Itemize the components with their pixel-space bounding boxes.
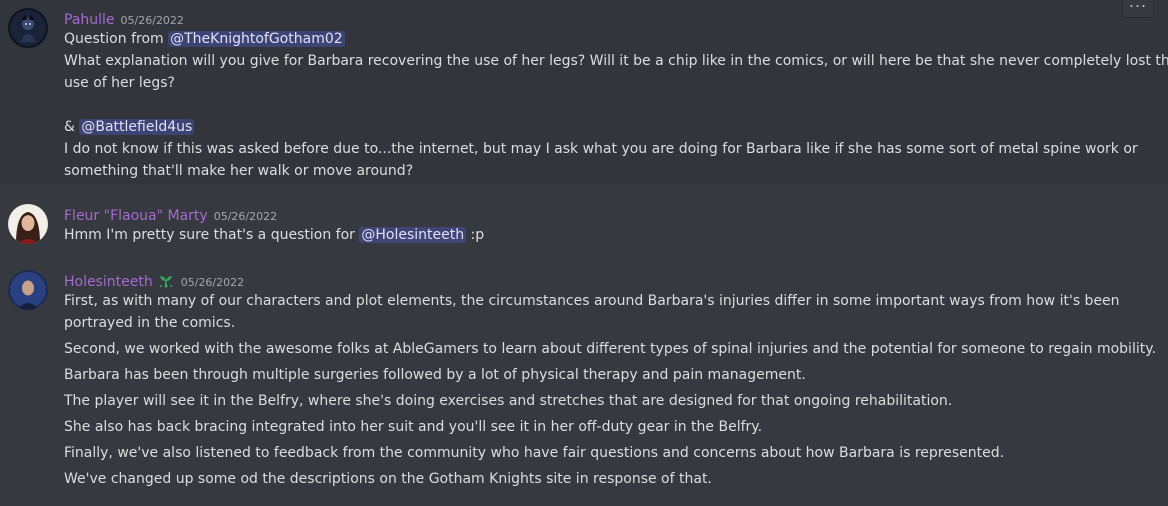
timestamp: 05/26/2022	[180, 276, 245, 289]
message-line: Finally, we've also listened to feedback…	[64, 445, 1005, 461]
username[interactable]: Pahulle	[64, 12, 115, 28]
message-line: Question from @TheKnightofGotham02	[64, 28, 345, 50]
username[interactable]: Fleur "Flaoua" Marty	[64, 208, 208, 224]
message-line: Second, we worked with the awesome folks…	[64, 341, 1156, 357]
message-text: :p	[466, 227, 485, 243]
avatar[interactable]	[8, 8, 48, 48]
avatar[interactable]	[8, 270, 48, 310]
message-line: We've changed up some od the description…	[64, 471, 712, 487]
message-line: She also has back bracing integrated int…	[64, 419, 763, 435]
more-options-button[interactable]: ...	[1122, 0, 1154, 18]
timestamp: 05/26/2022	[120, 14, 184, 27]
mention[interactable]: @TheKnightofGotham02	[168, 31, 345, 47]
message-fleur[interactable]: Fleur "Flaoua" Marty 05/26/2022 Hmm I'm p…	[0, 196, 1168, 252]
message-line: I do not know if this was asked before d…	[64, 141, 1138, 157]
message-line: Barbara has been through multiple surger…	[64, 367, 806, 383]
message-text: Hmm I'm pretty sure that's a question fo…	[64, 227, 360, 243]
message-line: something that'll make her walk or move …	[64, 163, 414, 179]
chat-messages: ... Pahulle 05/26/2022 Question from @The…	[0, 0, 1168, 506]
message-line: What explanation will you give for Barba…	[64, 53, 1168, 69]
message-header: Fleur "Flaoua" Marty 05/26/2022	[64, 205, 278, 224]
message-line: & @Battlefield4us	[64, 116, 195, 138]
message-line: The player will see it in the Belfry, wh…	[64, 393, 953, 409]
mention[interactable]: @Battlefield4us	[79, 119, 195, 135]
message-line: use of her legs?	[64, 75, 175, 91]
message-line: portrayed in the comics.	[64, 315, 236, 331]
more-icon: ...	[1128, 0, 1148, 11]
message-text: &	[64, 119, 80, 135]
message-header: Pahulle 05/26/2022	[64, 9, 184, 28]
message-pahulle[interactable]: ... Pahulle 05/26/2022 Question from @The…	[0, 0, 1168, 184]
message-header: Holesinteeth 05/26/2022	[64, 271, 245, 290]
message-text: Question from	[64, 31, 169, 47]
timestamp: 05/26/2022	[213, 210, 278, 223]
username[interactable]: Holesinteeth	[64, 274, 153, 290]
message-line: Hmm I'm pretty sure that's a question fo…	[64, 224, 484, 246]
avatar[interactable]	[8, 204, 48, 244]
message-line: First, as with many of our characters an…	[64, 293, 1120, 309]
message-holesinteeth[interactable]: Holesinteeth 05/26/2022 First, as with ma…	[0, 262, 1168, 502]
mention[interactable]: @Holesinteeth	[359, 227, 467, 243]
